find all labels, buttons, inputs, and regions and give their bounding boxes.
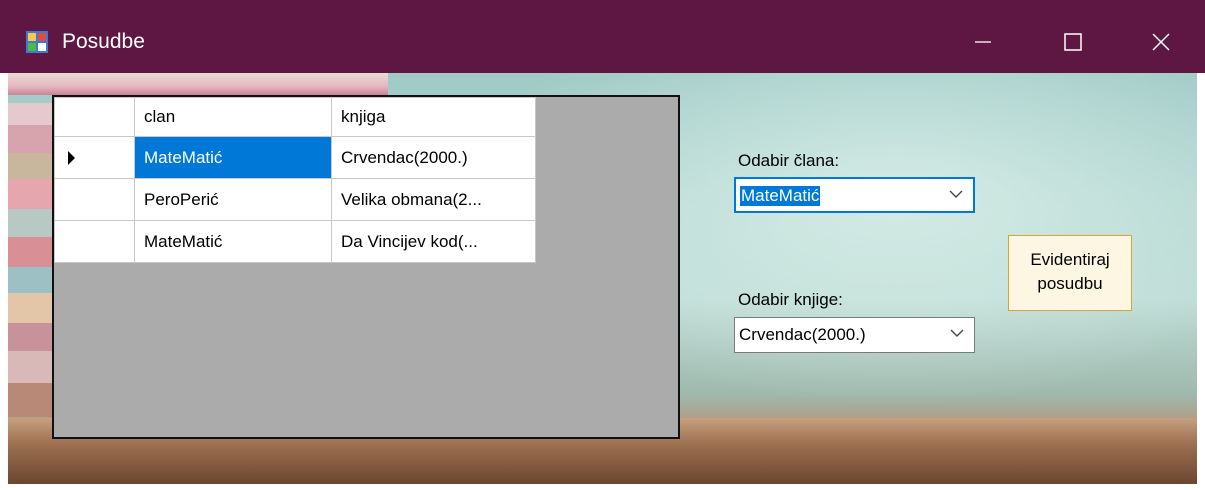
row-header[interactable]	[54, 178, 135, 221]
chevron-down-icon	[950, 329, 964, 337]
loans-data-grid[interactable]: clan knjiga MateMatić Crvendac(2000.) Pe…	[52, 95, 680, 439]
table-row[interactable]: MateMatić Da Vincijev kod(...	[54, 220, 536, 263]
form-client-area: clan knjiga MateMatić Crvendac(2000.) Pe…	[8, 73, 1197, 484]
loans-table: clan knjiga MateMatić Crvendac(2000.) Pe…	[54, 97, 536, 263]
minimize-button[interactable]	[953, 14, 1013, 70]
row-header-corner[interactable]	[54, 97, 135, 137]
close-button[interactable]	[1131, 14, 1191, 70]
cell-clan[interactable]: MateMatić	[134, 220, 332, 263]
table-row[interactable]: MateMatić Crvendac(2000.)	[54, 136, 536, 179]
cell-clan[interactable]: MateMatić	[134, 136, 332, 179]
member-select[interactable]: MateMatić	[734, 177, 975, 213]
book-select[interactable]: Crvendac(2000.)	[734, 317, 975, 353]
minimize-icon	[975, 41, 991, 43]
app-form-icon	[26, 31, 48, 53]
record-loan-button[interactable]: Evidentiraj posudbu	[1008, 235, 1132, 311]
record-loan-button-line2: posudbu	[1037, 274, 1103, 293]
cell-knjiga[interactable]: Crvendac(2000.)	[331, 136, 536, 179]
window-title: Posudbe	[62, 30, 145, 53]
cell-clan[interactable]: PeroPerić	[134, 178, 332, 221]
table-row[interactable]: PeroPerić Velika obmana(2...	[54, 178, 536, 221]
row-header[interactable]	[54, 220, 135, 263]
maximize-button[interactable]	[1043, 14, 1103, 70]
column-header-knjiga[interactable]: knjiga	[331, 97, 536, 137]
posudbe-window: Posudbe clan knjiga MateMatić Crvendac(2…	[0, 0, 1205, 490]
row-header[interactable]	[54, 136, 135, 179]
record-loan-button-line1: Evidentiraj	[1030, 250, 1110, 269]
member-label: Odabir člana:	[738, 151, 840, 170]
cell-knjiga[interactable]: Velika obmana(2...	[331, 178, 536, 221]
book-label: Odabir knjige:	[738, 290, 843, 309]
column-header-clan[interactable]: clan	[134, 97, 332, 137]
close-icon	[1152, 33, 1170, 51]
cell-knjiga[interactable]: Da Vincijev kod(...	[331, 220, 536, 263]
book-select-value: Crvendac(2000.)	[739, 325, 866, 344]
maximize-icon	[1064, 33, 1082, 51]
chevron-down-icon	[949, 190, 963, 198]
member-select-value: MateMatić	[740, 186, 821, 206]
current-row-indicator-icon	[68, 151, 75, 165]
table-header-row: clan knjiga	[54, 97, 536, 137]
title-bar[interactable]: Posudbe	[0, 0, 1205, 73]
